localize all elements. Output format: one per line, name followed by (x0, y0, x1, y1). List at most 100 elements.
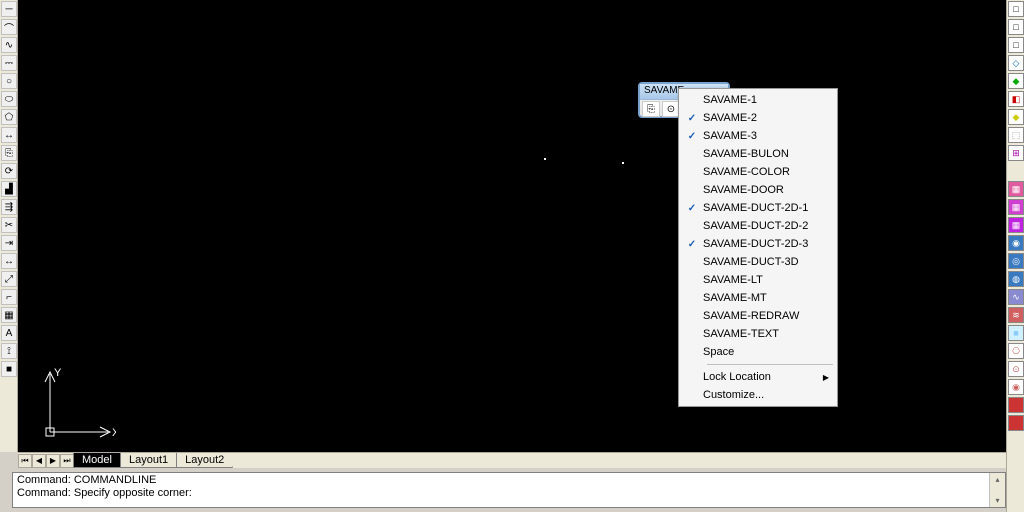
tool-hatch[interactable]: ▦ (1, 307, 17, 323)
tool-polygon[interactable]: ⬠ (1, 109, 17, 125)
right-tool-17[interactable]: ≋ (1008, 307, 1024, 323)
tab-nav-first[interactable]: ⏮ (18, 454, 32, 468)
tool-circle[interactable]: ○ (1, 73, 17, 89)
right-tool-2[interactable]: □ (1008, 37, 1024, 53)
tab-nav-next[interactable]: ▶ (46, 454, 60, 468)
menu-item-label: SAVAME-COLOR (703, 166, 790, 178)
menu-item-lock-location[interactable]: Lock Location ▶ (681, 368, 835, 386)
command-line: Command: COMMANDLINE (17, 474, 1001, 487)
menu-item-label: SAVAME-TEXT (703, 328, 779, 340)
toolbar-context-menu: SAVAME-1✓SAVAME-2✓SAVAME-3SAVAME-BULONSA… (678, 88, 838, 407)
check-icon: ✓ (681, 203, 703, 214)
menu-item-savame-mt[interactable]: SAVAME-MT (681, 289, 835, 307)
check-icon: ✓ (681, 131, 703, 142)
tool-arc[interactable]: ⌒ (1, 19, 17, 35)
tab-nav-last[interactable]: ⏭ (60, 454, 74, 468)
menu-item-savame-duct-2d-2[interactable]: SAVAME-DUCT-2D-2 (681, 217, 835, 235)
tab-nav-prev[interactable]: ◀ (32, 454, 46, 468)
tool-scale[interactable]: ⤢ (1, 271, 17, 287)
menu-item-savame-door[interactable]: SAVAME-DOOR (681, 181, 835, 199)
menu-item-savame-duct-3d[interactable]: SAVAME-DUCT-3D (681, 253, 835, 271)
right-tool-11[interactable]: ▦ (1008, 199, 1024, 215)
left-toolbar: ─ ⌒ ∿ ⎓ ○ ⬭ ⬠ ↔ ⎘ ⟳ ▟ ⇶ ✂ ⇥ ↔ ⤢ ⌐ ▦ A ⟟ ■ (0, 0, 18, 452)
tab-layout2[interactable]: Layout2 (176, 453, 233, 468)
menu-item-label: SAVAME-LT (703, 274, 763, 286)
right-tool-4[interactable]: ◆ (1008, 73, 1024, 89)
submenu-arrow-icon: ▶ (823, 373, 829, 382)
menu-item-savame-redraw[interactable]: SAVAME-REDRAW (681, 307, 835, 325)
tool-text[interactable]: A (1, 325, 17, 341)
tool-copy[interactable]: ⎘ (1, 145, 17, 161)
tool-spline[interactable]: ∿ (1, 37, 17, 53)
menu-item-label: Space (703, 346, 734, 358)
right-tool-21[interactable]: ◉ (1008, 379, 1024, 395)
right-tool-7[interactable]: ⬚ (1008, 127, 1024, 143)
right-tool-0[interactable]: □ (1008, 1, 1024, 17)
right-tool-12[interactable]: ▦ (1008, 217, 1024, 233)
tool-ellipse[interactable]: ⬭ (1, 91, 17, 107)
menu-item-savame-3[interactable]: ✓SAVAME-3 (681, 127, 835, 145)
tool-rotate[interactable]: ⟳ (1, 163, 17, 179)
menu-item-label: SAVAME-DUCT-2D-2 (703, 220, 808, 232)
right-tool-6[interactable]: ◆ (1008, 109, 1024, 125)
menu-item-savame-2[interactable]: ✓SAVAME-2 (681, 109, 835, 127)
menu-item-label: SAVAME-3 (703, 130, 757, 142)
layout-tabs: ⏮ ◀ ▶ ⏭ ModelLayout1Layout2 (18, 452, 1006, 468)
scroll-down-icon[interactable]: ▾ (990, 494, 1005, 507)
right-tool-23[interactable]: ■ (1008, 415, 1024, 431)
menu-item-label: SAVAME-REDRAW (703, 310, 799, 322)
menu-item-savame-text[interactable]: SAVAME-TEXT (681, 325, 835, 343)
svg-text:Y: Y (54, 367, 62, 379)
right-tool-8[interactable]: ⊞ (1008, 145, 1024, 161)
tool-mirror[interactable]: ▟ (1, 181, 17, 197)
scroll-up-icon[interactable]: ▴ (990, 473, 1005, 486)
menu-item-label: SAVAME-DOOR (703, 184, 784, 196)
tool-stretch[interactable]: ↔ (1, 253, 17, 269)
menu-item-label: SAVAME-BULON (703, 148, 789, 160)
right-tool-19[interactable]: ⎔ (1008, 343, 1024, 359)
right-tool-1[interactable]: □ (1008, 19, 1024, 35)
menu-item-savame-bulon[interactable]: SAVAME-BULON (681, 145, 835, 163)
right-tool-3[interactable]: ◇ (1008, 55, 1024, 71)
menu-item-label: SAVAME-2 (703, 112, 757, 124)
right-tool-22[interactable]: ■ (1008, 397, 1024, 413)
menu-item-label: SAVAME-DUCT-2D-3 (703, 238, 808, 250)
drawing-canvas[interactable]: Y X (18, 0, 1006, 452)
menu-item-label: SAVAME-DUCT-3D (703, 256, 799, 268)
tool-offset[interactable]: ⇶ (1, 199, 17, 215)
menu-item-space[interactable]: Space (681, 343, 835, 361)
tool-extend[interactable]: ⇥ (1, 235, 17, 251)
tab-model[interactable]: Model (73, 453, 121, 468)
tool-dim[interactable]: ⟟ (1, 343, 17, 359)
right-tool-18[interactable]: ■ (1008, 325, 1024, 341)
menu-item-savame-lt[interactable]: SAVAME-LT (681, 271, 835, 289)
right-tool-14[interactable]: ◎ (1008, 253, 1024, 269)
right-tool-9[interactable] (1008, 163, 1024, 179)
check-icon: ✓ (681, 113, 703, 124)
command-window[interactable]: Command: COMMANDLINE Command: Specify op… (12, 472, 1006, 508)
tool-fillet[interactable]: ⌐ (1, 289, 17, 305)
command-scrollbar[interactable]: ▴ ▾ (989, 473, 1005, 507)
right-tool-10[interactable]: ▦ (1008, 181, 1024, 197)
right-tool-20[interactable]: ⊙ (1008, 361, 1024, 377)
right-tool-13[interactable]: ◉ (1008, 235, 1024, 251)
menu-item-savame-1[interactable]: SAVAME-1 (681, 91, 835, 109)
float-btn-1[interactable]: ⎘ (642, 101, 660, 117)
menu-item-savame-color[interactable]: SAVAME-COLOR (681, 163, 835, 181)
cursor-dot (622, 162, 624, 164)
menu-item-savame-duct-2d-1[interactable]: ✓SAVAME-DUCT-2D-1 (681, 199, 835, 217)
tool-trim[interactable]: ✂ (1, 217, 17, 233)
ucs-icon: Y X (36, 366, 116, 446)
menu-item-label: Lock Location (703, 371, 771, 383)
tool-polyline[interactable]: ⎓ (1, 55, 17, 71)
command-line: Command: Specify opposite corner: (17, 487, 1001, 500)
right-tool-5[interactable]: ◧ (1008, 91, 1024, 107)
menu-item-customize-[interactable]: Customize... (681, 386, 835, 404)
tool-move[interactable]: ↔ (1, 127, 17, 143)
tab-layout1[interactable]: Layout1 (120, 453, 177, 468)
right-tool-15[interactable]: ◍ (1008, 271, 1024, 287)
right-tool-16[interactable]: ∿ (1008, 289, 1024, 305)
tool-block[interactable]: ■ (1, 361, 17, 377)
tool-line[interactable]: ─ (1, 1, 17, 17)
menu-item-savame-duct-2d-3[interactable]: ✓SAVAME-DUCT-2D-3 (681, 235, 835, 253)
